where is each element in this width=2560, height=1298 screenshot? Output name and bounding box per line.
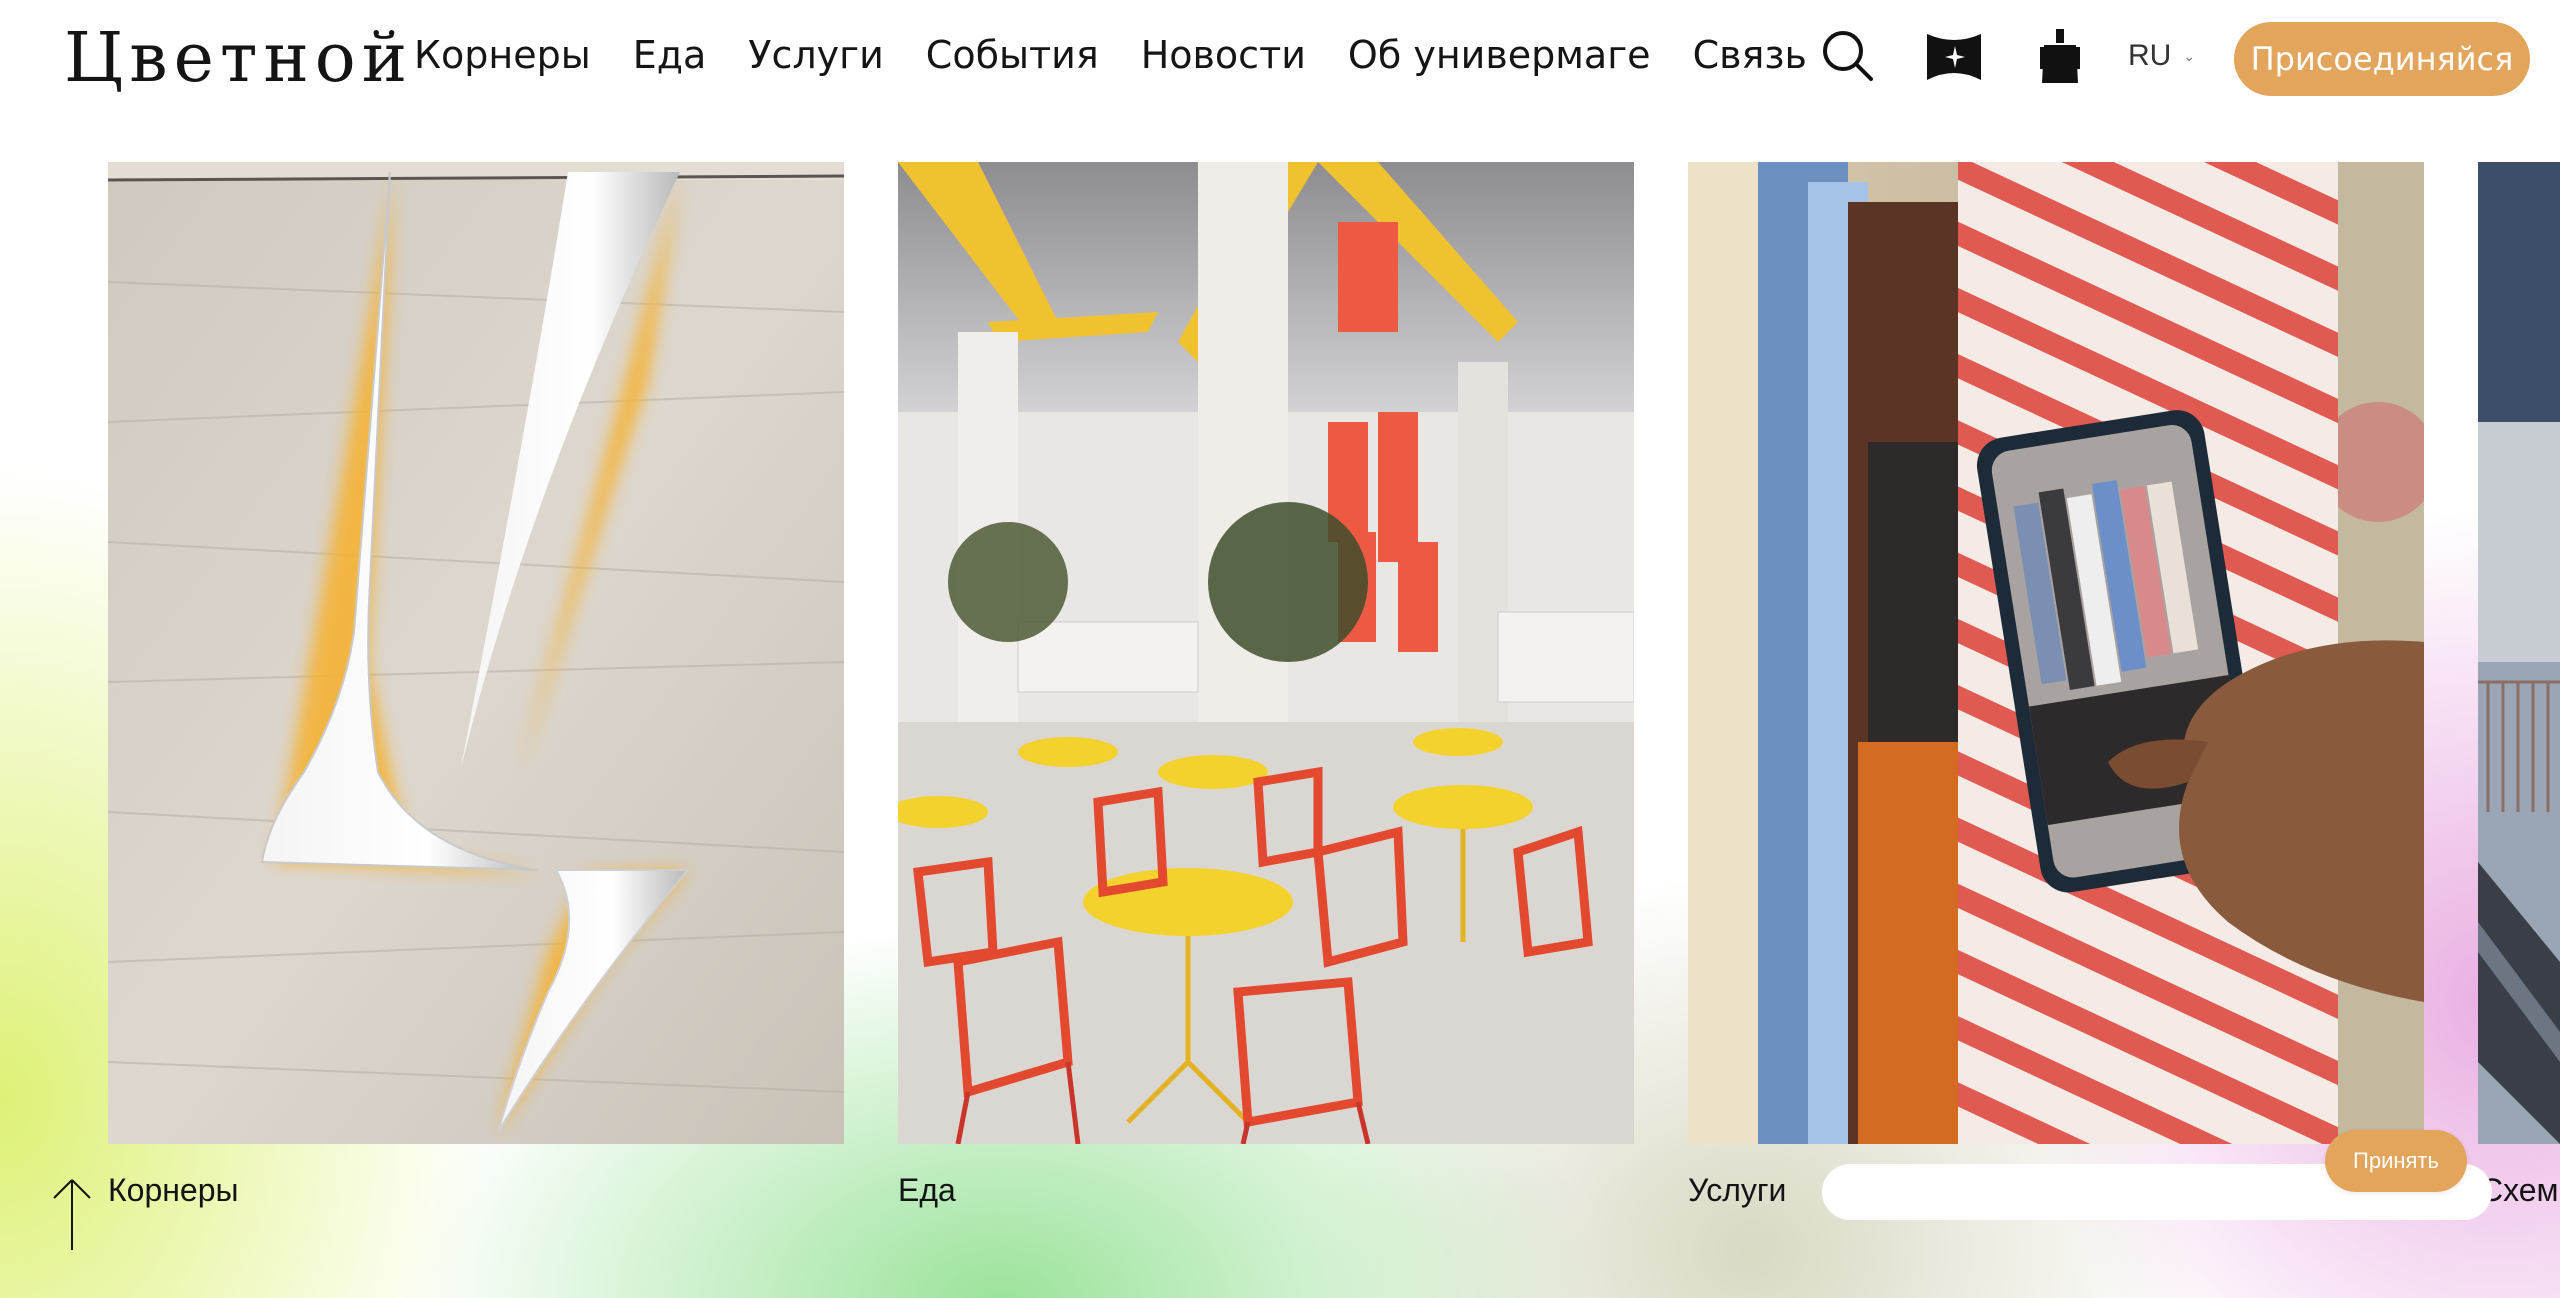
nav-item-food[interactable]: Еда: [633, 30, 707, 80]
search-icon[interactable]: [1818, 24, 1878, 88]
site-header: Цветной Корнеры Еда Услуги События Новос…: [0, 0, 2560, 115]
language-code: RU: [2128, 39, 2172, 72]
chevron-down-icon: ⌄: [2183, 48, 2196, 64]
card-label-food[interactable]: Еда: [898, 1168, 956, 1212]
join-button[interactable]: Присоединяйся: [2234, 22, 2530, 96]
nav-item-about[interactable]: Об универмаге: [1348, 30, 1651, 80]
card-label-services[interactable]: Услуги: [1688, 1168, 1786, 1212]
nav-item-services[interactable]: Услуги: [748, 30, 884, 80]
clothes-hanger-icon[interactable]: [2030, 24, 2090, 88]
nav-item-news[interactable]: Новости: [1141, 30, 1306, 80]
cookie-accept-button[interactable]: Принять: [2325, 1130, 2467, 1192]
main-nav: Корнеры Еда Услуги События Новости Об ун…: [414, 30, 1849, 80]
site-logo[interactable]: Цветной: [64, 14, 413, 104]
card-image-corners[interactable]: [108, 162, 844, 1144]
card-image-food[interactable]: [898, 162, 1634, 1144]
nav-item-corners[interactable]: Корнеры: [414, 30, 591, 80]
nav-item-events[interactable]: События: [926, 30, 1099, 80]
card-image-services[interactable]: [1688, 162, 2424, 1144]
card-image-scheme[interactable]: [2478, 162, 2560, 1144]
language-selector[interactable]: RU ⌄: [2128, 36, 2195, 76]
card-label-corners[interactable]: Корнеры: [108, 1168, 239, 1212]
scroll-up-arrow-icon[interactable]: [50, 1176, 94, 1252]
map-icon[interactable]: [1924, 24, 1984, 88]
nav-item-contact[interactable]: Связь: [1693, 30, 1807, 80]
